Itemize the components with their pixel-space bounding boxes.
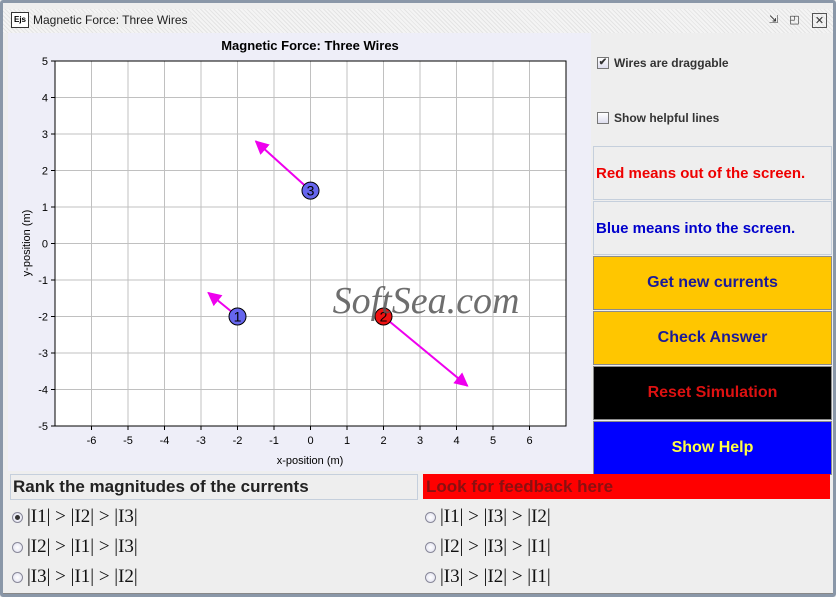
control-panel: ✔ Wires are draggable Show helpful lines… xyxy=(591,33,832,475)
x-tick-label: 2 xyxy=(380,435,386,447)
y-tick-label: -2 xyxy=(38,312,48,324)
ejs-logo-icon: Ejs xyxy=(11,12,29,28)
y-tick-label: -3 xyxy=(38,348,48,360)
radio-button[interactable] xyxy=(12,541,23,553)
radio-button[interactable] xyxy=(425,511,436,523)
option-label: |I3| > |I2| > |I1| xyxy=(440,566,551,587)
x-axis-label: x-position (m) xyxy=(277,455,344,467)
option-label: |I2| > |I3| > |I1| xyxy=(440,536,551,557)
y-tick-label: 4 xyxy=(42,93,48,105)
checkbox-unchecked[interactable] xyxy=(597,112,609,124)
x-tick-label: 1 xyxy=(344,435,350,447)
app-window: Ejs Magnetic Force: Three Wires ⇲ ◰ ✕ -6… xyxy=(0,0,836,597)
show-help-button[interactable]: Show Help xyxy=(593,421,832,475)
option-label: |I3| > |I1| > |I2| xyxy=(27,566,138,587)
question-prompt: Rank the magnitudes of the currents xyxy=(10,474,418,500)
check-answer-button[interactable]: Check Answer xyxy=(593,311,832,365)
y-tick-label: -1 xyxy=(38,275,48,287)
answer-option[interactable]: |I3| > |I1| > |I2| xyxy=(12,566,138,588)
x-tick-label: -6 xyxy=(87,435,97,447)
answer-option[interactable]: |I1| > |I3| > |I2| xyxy=(425,506,551,528)
radio-button[interactable] xyxy=(425,571,436,583)
x-tick-label: 0 xyxy=(307,435,313,447)
y-axis-label: y-position (m) xyxy=(21,210,33,277)
radio-button[interactable] xyxy=(425,541,436,553)
plot-svg[interactable]: -6 -5 -4 -3 -2 -1 0 1 2 3 4 5 6 -5 -4 -3 -2 -1 0 1 2 3 4 5 Magne… xyxy=(8,33,591,471)
red-note: Red means out of the screen. xyxy=(593,146,832,200)
restore-icon[interactable]: ⇲ xyxy=(766,13,781,28)
feedback-label: Look for feedback here xyxy=(423,474,830,499)
y-tick-label: -4 xyxy=(38,385,48,397)
radio-button[interactable] xyxy=(12,511,23,523)
helpful-lines-label: Show helpful lines xyxy=(614,111,720,125)
x-tick-label: -1 xyxy=(269,435,279,447)
option-label: |I1| > |I2| > |I3| xyxy=(27,506,138,527)
wire-label: 1 xyxy=(234,309,242,325)
plot-title: Magnetic Force: Three Wires xyxy=(221,38,399,53)
y-tick-label: -5 xyxy=(38,421,48,433)
draggable-checkbox[interactable]: ✔ Wires are draggable xyxy=(597,56,729,70)
y-tick-label: 2 xyxy=(42,166,48,178)
checkbox-checked[interactable]: ✔ xyxy=(597,57,609,69)
watermark: SoftSea.com xyxy=(333,280,520,322)
window-title: Magnetic Force: Three Wires xyxy=(33,13,192,27)
x-tick-label: -4 xyxy=(160,435,170,447)
radio-button[interactable] xyxy=(12,571,23,583)
title-bar: Ejs Magnetic Force: Three Wires ⇲ ◰ ✕ xyxy=(3,9,833,33)
helpful-lines-checkbox[interactable]: Show helpful lines xyxy=(597,111,719,125)
x-tick-label: 4 xyxy=(453,435,459,447)
x-tick-label: -5 xyxy=(123,435,133,447)
answer-option[interactable]: |I3| > |I2| > |I1| xyxy=(425,566,551,588)
get-new-currents-button[interactable]: Get new currents xyxy=(593,256,832,310)
x-tick-label: -3 xyxy=(196,435,206,447)
x-tick-label: -2 xyxy=(233,435,243,447)
answer-option[interactable]: |I2| > |I1| > |I3| xyxy=(12,536,138,558)
wire-label: 3 xyxy=(307,183,315,199)
plot-panel: -6 -5 -4 -3 -2 -1 0 1 2 3 4 5 6 -5 -4 -3 -2 -1 0 1 2 3 4 5 Magne… xyxy=(8,33,591,471)
x-tick-label: 6 xyxy=(526,435,532,447)
y-tick-label: 5 xyxy=(42,56,48,68)
divider xyxy=(3,593,833,594)
answer-option[interactable]: |I1| > |I2| > |I3| xyxy=(12,506,138,528)
option-label: |I2| > |I1| > |I3| xyxy=(27,536,138,557)
close-icon[interactable]: ✕ xyxy=(812,13,827,28)
y-tick-label: 0 xyxy=(42,239,48,251)
blue-note: Blue means into the screen. xyxy=(593,201,832,255)
y-tick-label: 1 xyxy=(42,202,48,214)
option-label: |I1| > |I3| > |I2| xyxy=(440,506,551,527)
y-tick-label: 3 xyxy=(42,129,48,141)
reset-simulation-button[interactable]: Reset Simulation xyxy=(593,366,832,420)
draggable-label: Wires are draggable xyxy=(614,56,729,70)
x-tick-label: 5 xyxy=(490,435,496,447)
x-tick-label: 3 xyxy=(417,435,423,447)
answer-option[interactable]: |I2| > |I3| > |I1| xyxy=(425,536,551,558)
maximize-icon[interactable]: ◰ xyxy=(787,13,802,28)
